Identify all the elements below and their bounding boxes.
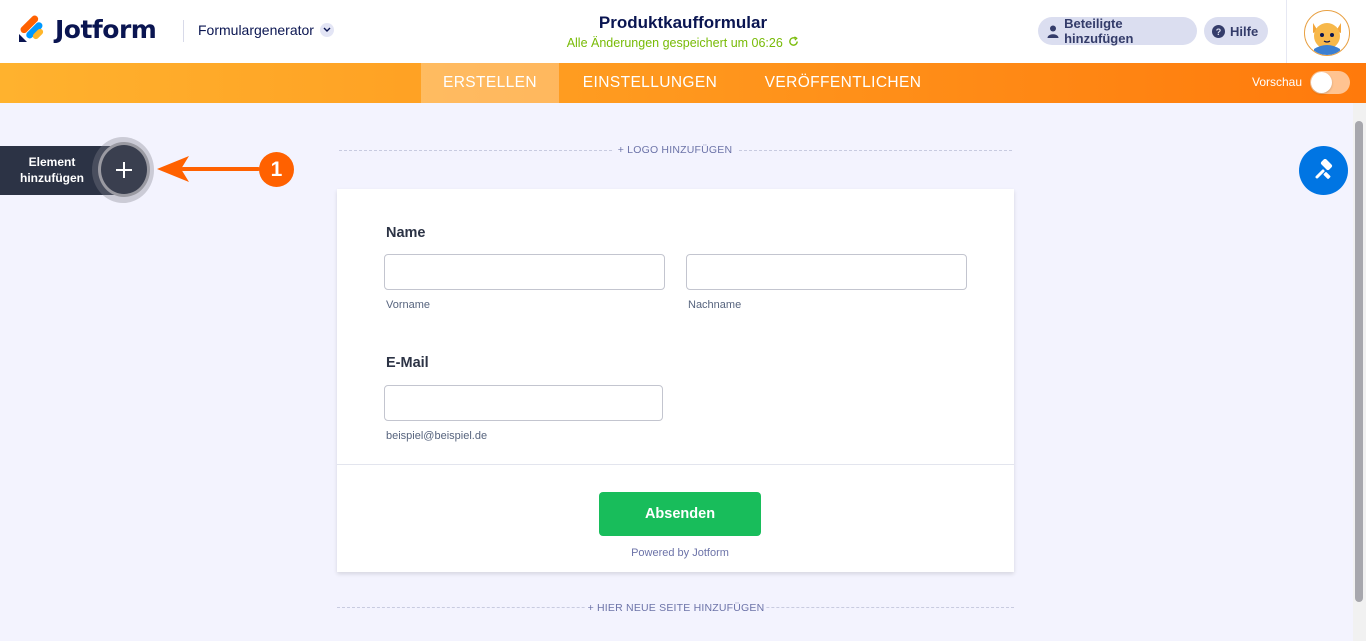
form-generator-dropdown[interactable]: Formulargenerator xyxy=(198,22,334,38)
save-status: Alle Änderungen gespeichert um 06:26 xyxy=(483,36,883,50)
first-name-sublabel: Vorname xyxy=(386,299,431,311)
header-divider xyxy=(183,20,184,42)
submit-button[interactable]: Absenden xyxy=(599,492,761,536)
last-name-sublabel: Nachname xyxy=(688,299,742,311)
brand-name: Jotform xyxy=(55,14,157,44)
top-header: Jotform Formulargenerator Produktkauffor… xyxy=(0,0,1366,63)
jotform-logo-icon xyxy=(19,15,44,42)
step-badge: 1 xyxy=(259,152,294,187)
chevron-down-icon xyxy=(319,23,334,37)
form-title[interactable]: Produktkaufformular xyxy=(483,13,883,33)
tab-settings[interactable]: EINSTELLUNGEN xyxy=(559,63,741,103)
scrollbar-thumb[interactable] xyxy=(1355,121,1363,602)
first-name-input[interactable] xyxy=(384,254,665,290)
add-logo-link[interactable]: + LOGO HINZUFÜGEN xyxy=(612,144,738,156)
name-label: Name xyxy=(386,225,426,241)
help-label: Hilfe xyxy=(1230,23,1259,39)
email-input[interactable] xyxy=(384,385,663,421)
jotform-logo[interactable]: Jotform xyxy=(17,14,157,44)
add-element-label: Element hinzufügen xyxy=(12,154,92,186)
form-generator-label: Formulargenerator xyxy=(198,22,314,38)
arrow-left-icon xyxy=(157,156,260,182)
refresh-icon[interactable] xyxy=(788,36,799,50)
email-label: E-Mail xyxy=(386,355,429,371)
add-element-button[interactable] xyxy=(98,142,150,197)
preview-toggle-knob xyxy=(1311,72,1332,93)
email-sublabel: beispiel@beispiel.de xyxy=(386,430,488,442)
help-button[interactable]: ? Hilfe xyxy=(1204,17,1268,45)
avatar[interactable] xyxy=(1304,10,1350,56)
paint-roller-icon xyxy=(1315,158,1332,179)
header-divider-right xyxy=(1286,0,1287,63)
last-name-input[interactable] xyxy=(686,254,967,290)
add-participants-button[interactable]: Beteiligte hinzufügen xyxy=(1038,16,1197,46)
save-status-text: Alle Änderungen gespeichert um 06:26 xyxy=(566,36,783,50)
form-designer-button[interactable] xyxy=(1299,146,1348,195)
svg-text:?: ? xyxy=(1216,27,1222,37)
tab-build[interactable]: ERSTELLEN xyxy=(421,63,559,103)
form-section-divider xyxy=(337,464,1014,465)
user-icon xyxy=(1046,24,1059,38)
plus-icon xyxy=(116,161,132,178)
help-icon: ? xyxy=(1212,24,1225,38)
add-element-label-line2: hinzufügen xyxy=(20,171,84,185)
builder-nav: ERSTELLEN EINSTELLUNGEN VERÖFFENTLICHEN … xyxy=(0,63,1366,103)
powered-by[interactable]: Powered by Jotform xyxy=(599,547,761,559)
form-title-area: Produktkaufformular Alle Änderungen gesp… xyxy=(483,13,883,50)
add-participants-label: Beteiligte hinzufügen xyxy=(1064,16,1134,46)
add-page-link[interactable]: + HIER NEUE SEITE HINZUFÜGEN xyxy=(586,602,766,614)
preview-label: Vorschau xyxy=(1252,75,1303,89)
tab-publish[interactable]: VERÖFFENTLICHEN xyxy=(741,63,945,103)
add-element-label-line1: Element xyxy=(28,155,76,169)
